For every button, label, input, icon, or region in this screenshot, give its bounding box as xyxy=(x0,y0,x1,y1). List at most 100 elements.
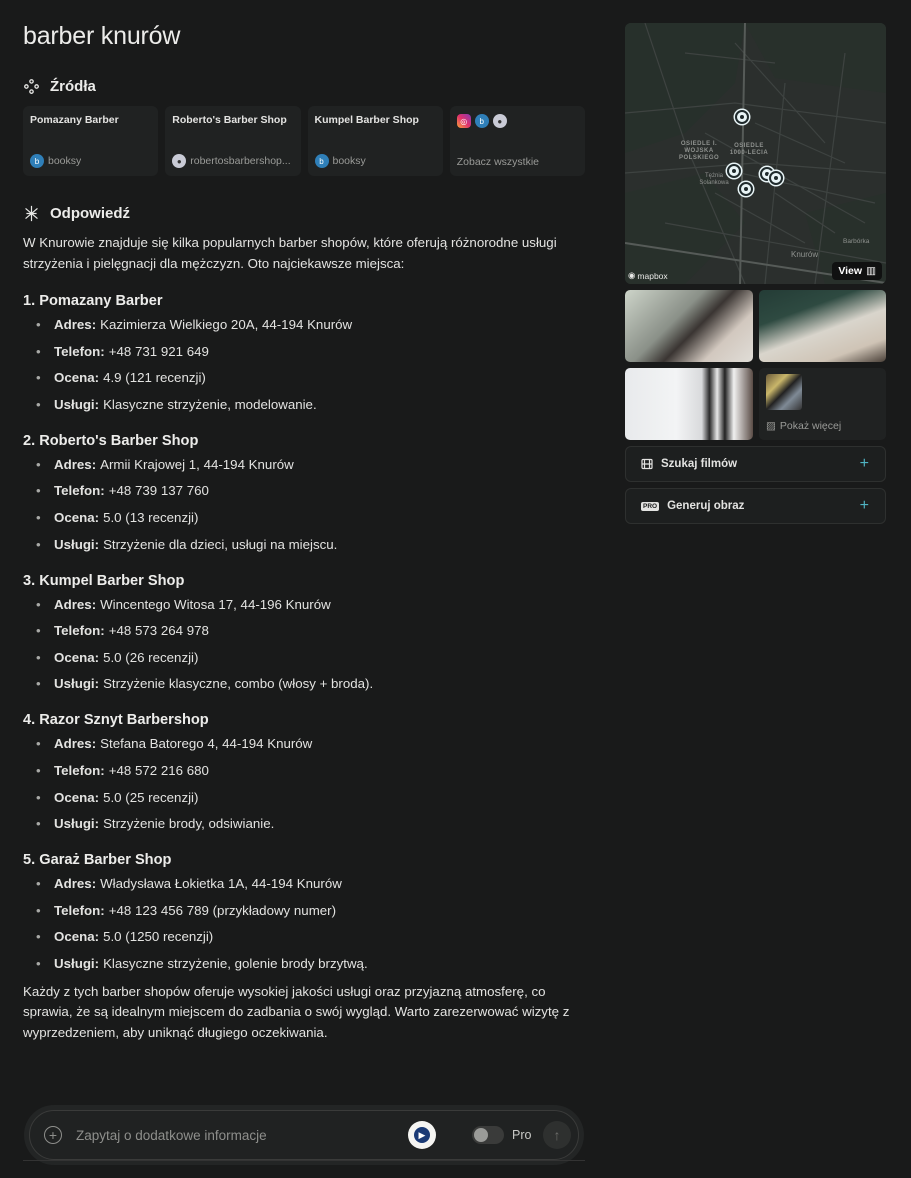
source-site-label: booksy xyxy=(332,155,366,167)
shop-section: 1. Pomazany Barber Adres:Kazimierza Wielk… xyxy=(23,293,585,414)
detail-value: Strzyżenie dla dzieci, usługi na miejscu… xyxy=(103,536,338,552)
pro-label: Pro xyxy=(512,1128,532,1142)
detail-label: Ocena: xyxy=(54,370,100,386)
generate-image-label: Generuj obraz xyxy=(667,500,745,512)
detail-item: Telefon:+48 573 264 978 xyxy=(36,622,585,640)
detail-item: Telefon:+48 731 921 649 xyxy=(36,343,585,361)
instagram-icon: ◎ xyxy=(456,114,471,128)
answer-heading-label: Odpowiedź xyxy=(50,205,130,222)
detail-label: Ocena: xyxy=(54,509,100,525)
show-more-label: Pokaż więcej xyxy=(779,420,842,432)
detail-value: Klasyczne strzyżenie, modelowanie. xyxy=(103,396,317,412)
detail-item: Usługi:Strzyżenie brody, odsiwianie. xyxy=(36,815,585,833)
shops-list: 1. Pomazany BarberAdres:Kazimierza Wielk… xyxy=(23,293,585,973)
sources-list: Pomazany Barber b booksy Roberto's Barbe… xyxy=(23,106,585,176)
detail-label: Usługi: xyxy=(54,536,100,552)
plus-icon: + xyxy=(859,497,869,514)
source-card[interactable]: Pomazany Barber b booksy xyxy=(23,106,159,176)
detail-item: Ocena:5.0 (25 recenzji) xyxy=(36,789,585,807)
shop-details: Adres:Armii Krajowej 1, 44-194 Knurów Tel… xyxy=(23,456,585,554)
detail-item: Usługi:Strzyżenie dla dzieci, usługi na … xyxy=(36,536,585,554)
followup-input[interactable] xyxy=(76,1127,396,1143)
detail-value: Władysława Łokietka 1A, 44-194 Knurów xyxy=(100,876,342,892)
booksy-icon: b xyxy=(474,114,489,128)
detail-label: Telefon: xyxy=(54,623,105,639)
detail-value: +48 739 137 760 xyxy=(108,483,209,499)
detail-value: 5.0 (25 recenzji) xyxy=(103,789,199,805)
shop-title: 3. Kumpel Barber Shop xyxy=(23,572,185,589)
source-card[interactable]: Roberto's Barber Shop ● robertosbarbersh… xyxy=(165,106,301,176)
pro-toggle[interactable] xyxy=(472,1126,504,1144)
detail-item: Ocena:5.0 (1250 recenzji) xyxy=(36,928,585,946)
map-pin[interactable] xyxy=(735,110,749,124)
image-thumbnail[interactable] xyxy=(625,368,753,440)
shop-title: 4. Razor Sznyt Barbershop xyxy=(23,712,209,729)
detail-value: Stefana Batorego 4, 44-194 Knurów xyxy=(100,736,313,752)
answer-outro: Każdy z tych barber shopów oferuje wysok… xyxy=(23,983,570,1040)
source-site-label: booksy xyxy=(48,155,82,167)
detail-label: Ocena: xyxy=(54,789,100,805)
detail-item: Ocena:5.0 (26 recenzji) xyxy=(36,649,585,667)
detail-item: Telefon:+48 739 137 760 xyxy=(36,482,585,500)
attach-plus-icon[interactable]: + xyxy=(44,1126,62,1144)
detail-value: Strzyżenie brody, odsiwianie. xyxy=(103,816,275,832)
image-thumbnail[interactable] xyxy=(625,290,753,362)
answer-column: barber knurów Źródła Pomazany Barber b b… xyxy=(23,22,585,1043)
mapbox-attribution[interactable]: ◉ mapbox xyxy=(628,270,668,281)
map[interactable]: OSIEDLE I. WOJSKA POLSKIEGO OSIEDLE 1000… xyxy=(625,23,886,284)
shop-details: Adres:Władysława Łokietka 1A, 44-194 Knu… xyxy=(23,875,585,973)
sidebar: OSIEDLE I. WOJSKA POLSKIEGO OSIEDLE 1000… xyxy=(625,23,886,524)
detail-item: Adres:Armii Krajowej 1, 44-194 Knurów xyxy=(36,456,585,474)
search-videos-button[interactable]: Szukaj filmów + xyxy=(625,446,886,482)
plus-icon: + xyxy=(859,455,869,472)
search-videos-label: Szukaj filmów xyxy=(661,458,738,470)
map-label-knurow: Knurów xyxy=(791,250,819,259)
generate-image-button[interactable]: PRO Generuj obraz + xyxy=(625,488,886,524)
source-title: Roberto's Barber Shop xyxy=(172,114,287,126)
source-title: Kumpel Barber Shop xyxy=(314,114,419,126)
detail-value: +48 572 216 680 xyxy=(108,762,209,778)
see-all-sources-card[interactable]: ◎ b ● Zobacz wszystkie xyxy=(449,106,585,176)
detail-label: Adres: xyxy=(54,736,97,752)
detail-value: Armii Krajowej 1, 44-194 Knurów xyxy=(100,456,294,472)
shop-details: Adres:Kazimierza Wielkiego 20A, 44-194 K… xyxy=(23,316,585,414)
detail-label: Usługi: xyxy=(54,816,100,832)
image-thumbnail xyxy=(766,374,802,410)
map-pin[interactable] xyxy=(769,171,783,185)
detail-item: Adres:Władysława Łokietka 1A, 44-194 Knu… xyxy=(36,875,585,893)
shop-section: 3. Kumpel Barber Shop Adres:Wincentego Wi… xyxy=(23,573,585,694)
detail-label: Telefon: xyxy=(54,343,105,359)
detail-value: Wincentego Witosa 17, 44-196 Knurów xyxy=(100,596,331,612)
source-card[interactable]: Kumpel Barber Shop b booksy xyxy=(307,106,443,176)
map-pin[interactable] xyxy=(739,182,753,196)
see-all-label: Zobacz wszystkie xyxy=(456,156,540,168)
detail-item: Usługi:Strzyżenie klasyczne, combo (włos… xyxy=(36,675,585,693)
detail-label: Usługi: xyxy=(54,955,100,971)
map-pin[interactable] xyxy=(727,164,741,178)
view-map-button[interactable]: View ▥ xyxy=(832,262,882,280)
model-icon: ▶ xyxy=(414,1127,430,1143)
detail-value: +48 123 456 789 (przykładowy numer) xyxy=(108,902,337,918)
booksy-icon: b xyxy=(314,154,329,168)
detail-value: Klasyczne strzyżenie, golenie brody brzy… xyxy=(103,955,368,971)
send-button[interactable]: ↑ xyxy=(543,1121,571,1149)
model-selector-button[interactable]: ▶ xyxy=(408,1121,436,1149)
detail-item: Adres:Kazimierza Wielkiego 20A, 44-194 K… xyxy=(36,316,585,334)
image-thumbnail[interactable] xyxy=(759,290,886,362)
show-more-images-button[interactable]: ▨ Pokaż więcej xyxy=(759,368,886,440)
shop-section: 2. Roberto's Barber Shop Adres:Armii Kraj… xyxy=(23,433,585,554)
mapbox-label: mapbox xyxy=(637,270,668,281)
detail-item: Telefon:+48 572 216 680 xyxy=(36,762,585,780)
source-site: ● robertosbarbershop... xyxy=(172,154,291,168)
map-label-osiedle-1000: OSIEDLE 1000-LECIA xyxy=(729,143,769,156)
detail-label: Adres: xyxy=(54,456,97,472)
detail-value: 5.0 (13 recenzji) xyxy=(103,509,199,525)
view-map-label: View xyxy=(838,265,863,277)
detail-item: Adres:Wincentego Witosa 17, 44-196 Knuró… xyxy=(36,596,585,614)
query-title: barber knurów xyxy=(23,22,181,50)
roberto-icon: ● xyxy=(492,114,507,128)
source-favicons: ◎ b ● xyxy=(456,114,578,128)
shop-details: Adres:Wincentego Witosa 17, 44-196 Knuró… xyxy=(23,596,585,694)
source-site-label: robertosbarbershop... xyxy=(190,155,291,167)
detail-item: Ocena:5.0 (13 recenzji) xyxy=(36,509,585,527)
